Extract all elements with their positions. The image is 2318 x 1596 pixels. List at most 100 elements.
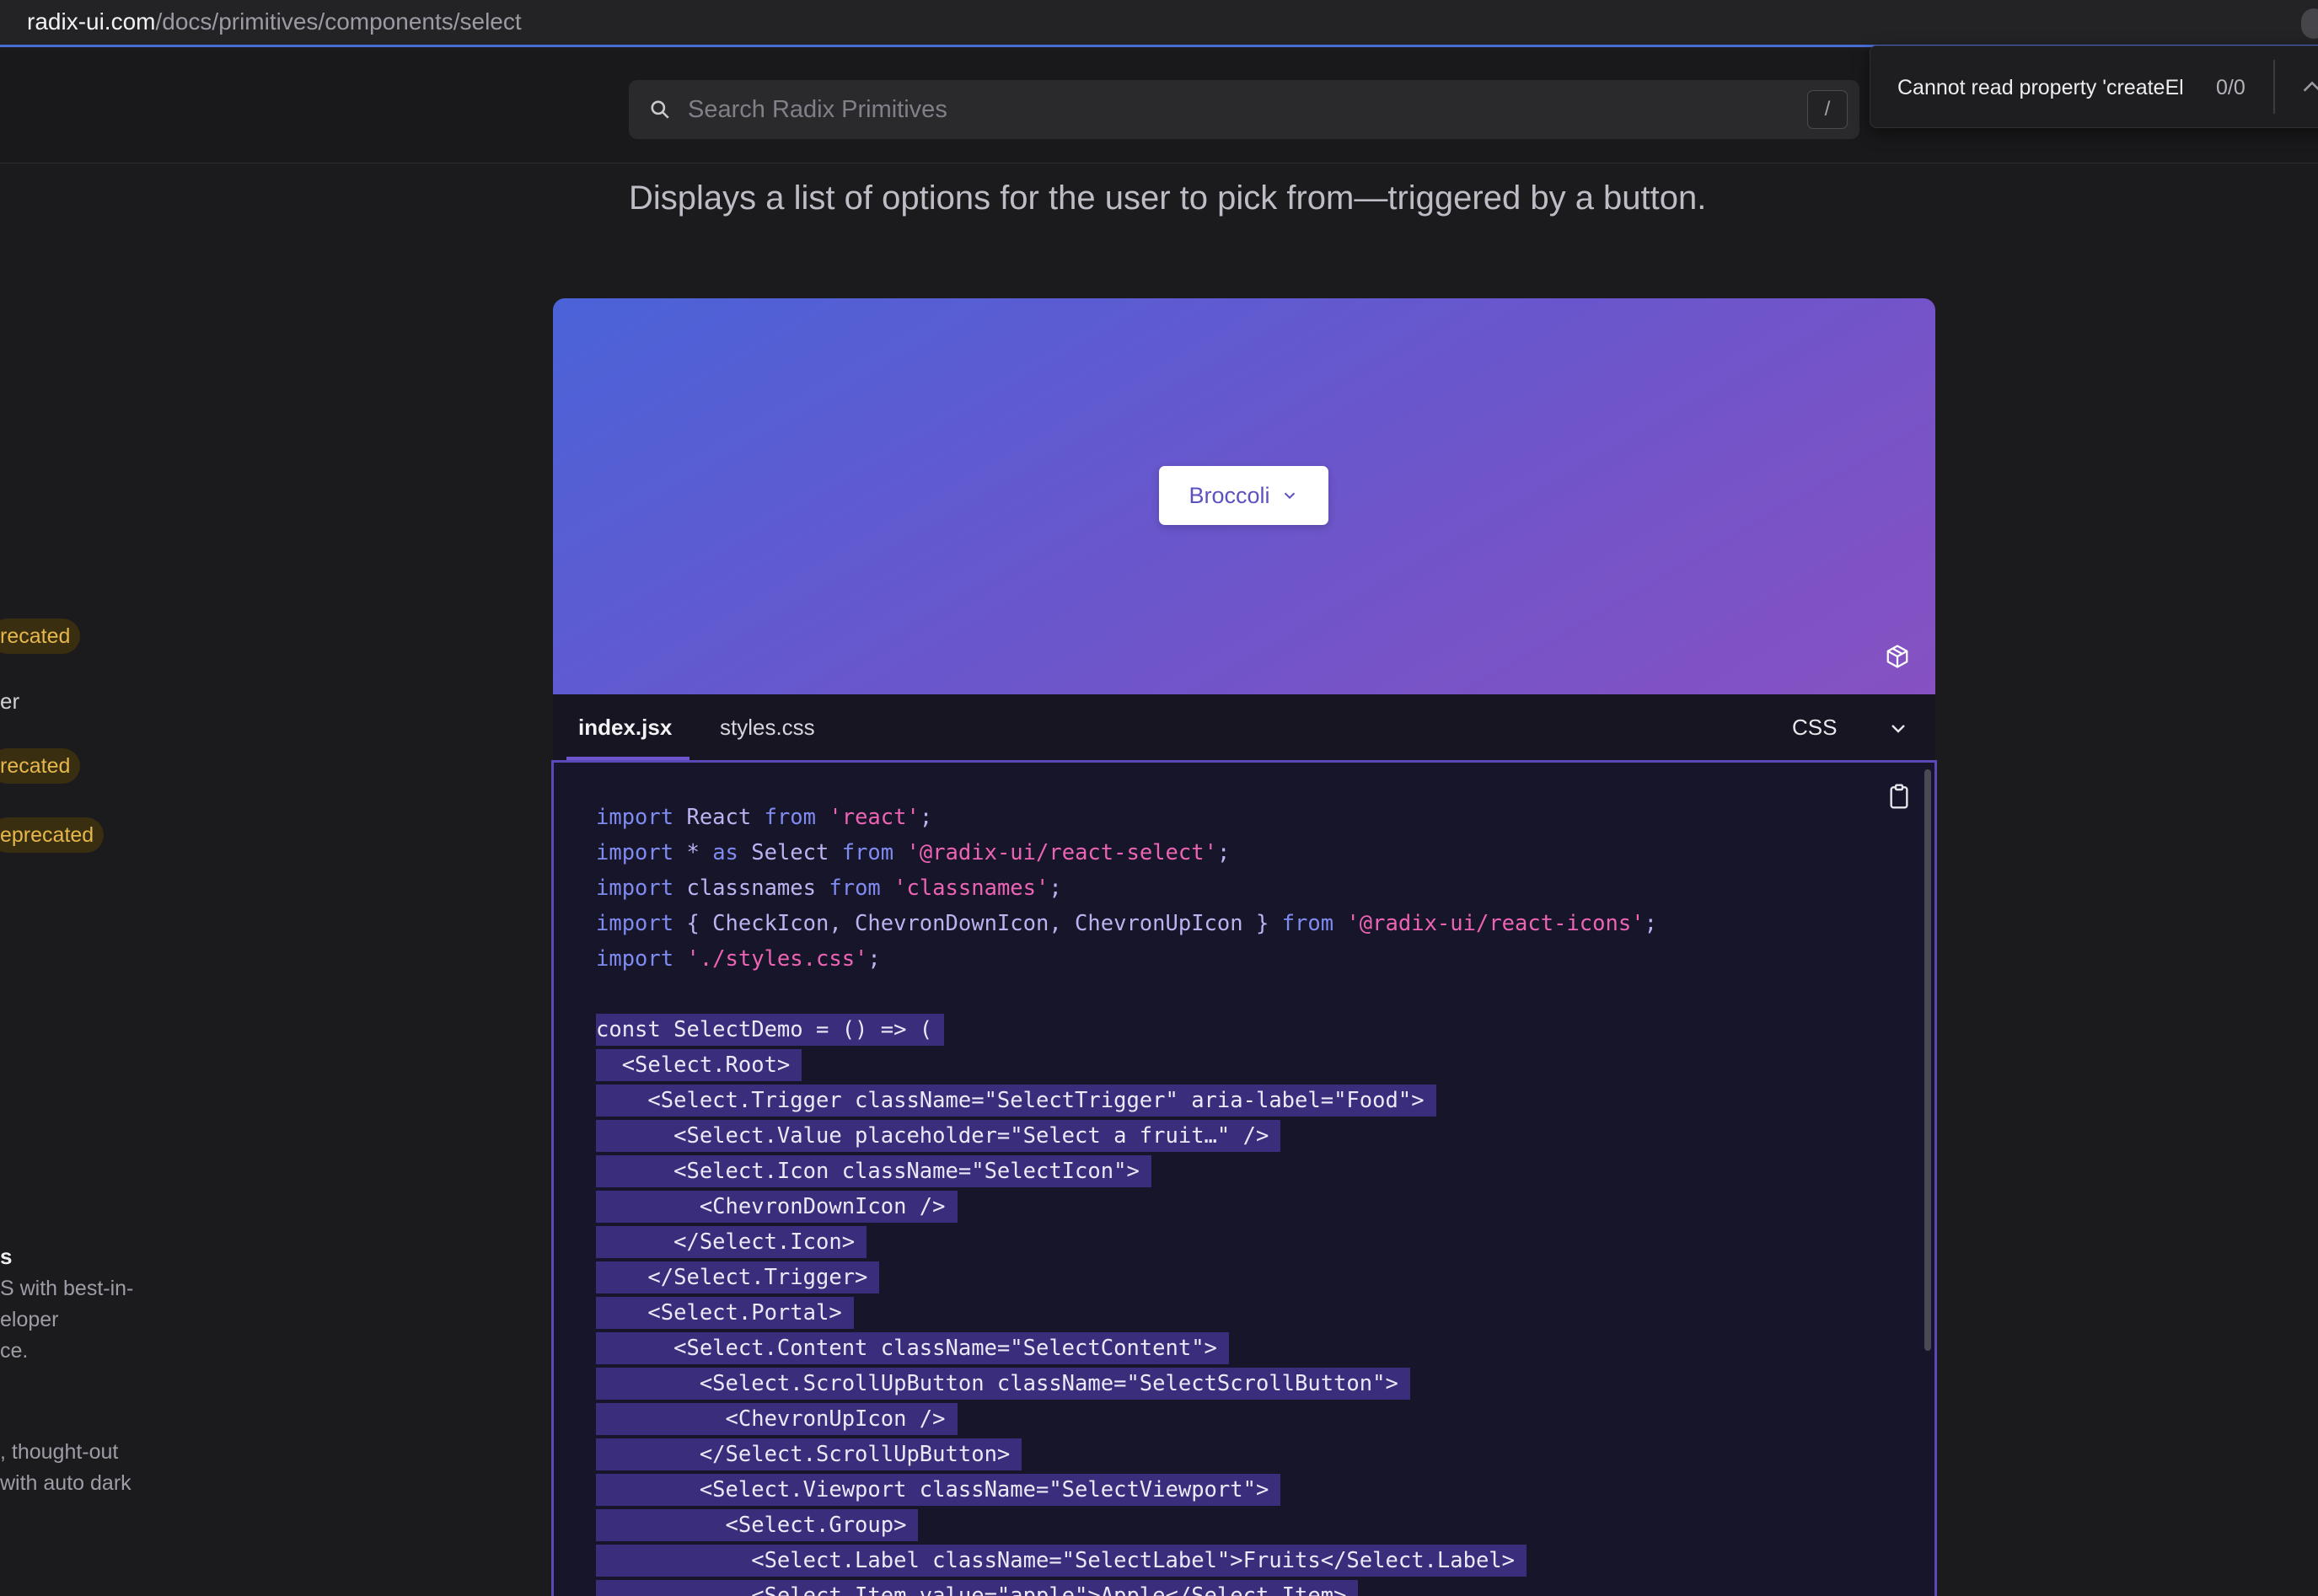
language-select[interactable]: CSS [1792, 694, 1837, 760]
selected-code-text: </Select.ScrollUpButton> [596, 1438, 1022, 1470]
code-token: import [596, 805, 687, 830]
selected-code-text: <ChevronDownIcon /> [596, 1191, 958, 1223]
tab-index-jsx[interactable]: index.jsx [578, 694, 672, 760]
clipboard-icon[interactable] [1886, 783, 1913, 810]
selected-code-text: <Select.Icon className="SelectIcon"> [596, 1155, 1151, 1187]
code-line: import React from 'react'; [596, 800, 1657, 835]
code-token: './styles.css' [686, 946, 868, 972]
codesandbox-icon[interactable] [1885, 644, 1910, 669]
code-token: import [596, 946, 687, 972]
code-token: Select [751, 840, 842, 865]
code-token: 'classnames' [893, 876, 1049, 901]
error-toast: Cannot read property 'createEl 0/0 [1870, 46, 2318, 128]
code-line-selected: <Select.Viewport className="SelectViewpo… [596, 1472, 1657, 1508]
code-line-selected: </Select.Trigger> [596, 1260, 1657, 1295]
page-description: Displays a list of options for the user … [629, 179, 1707, 217]
code-token: from [1281, 911, 1347, 936]
url-path: /docs/primitives/components/select [155, 8, 522, 35]
code-line-selected: <ChevronDownIcon /> [596, 1189, 1657, 1224]
selected-code-text: </Select.Icon> [596, 1226, 867, 1258]
toast-count: 0/0 [2216, 76, 2246, 99]
code-block[interactable]: import React from 'react'; import * as Se… [551, 760, 1937, 1596]
code-token: ; [919, 805, 933, 830]
code-line-selected: </Select.ScrollUpButton> [596, 1437, 1657, 1472]
code-token: '@radix-ui/react-icons' [1346, 911, 1645, 936]
code-line-selected: const SelectDemo = () => ( [596, 1012, 1657, 1047]
selected-code-text: <Select.Portal> [596, 1297, 854, 1329]
code-line-selected: <Select.Trigger className="SelectTrigger… [596, 1083, 1657, 1118]
selected-code-text: <Select.Group> [596, 1509, 919, 1541]
url-host: radix-ui.com [27, 8, 156, 35]
toast-message: Cannot read property 'createEl [1897, 76, 2184, 99]
code-token: { CheckIcon, ChevronDownIcon, ChevronUpI… [686, 911, 1282, 936]
selected-code-text: <Select.ScrollUpButton className="Select… [596, 1368, 1410, 1400]
code-token: ; [1644, 911, 1657, 936]
code-token: 'react' [829, 805, 920, 830]
selected-code-text: </Select.Trigger> [596, 1261, 880, 1293]
code-token: '@radix-ui/react-select' [906, 840, 1217, 865]
deprecated-badge: eprecated [0, 817, 105, 853]
code-line: import classnames from 'classnames'; [596, 870, 1657, 906]
code-token: classnames [686, 876, 829, 901]
select-trigger-label: Broccoli [1189, 483, 1270, 508]
toast-divider [2273, 60, 2275, 114]
code-line-selected: <Select.Group> [596, 1508, 1657, 1543]
promo-card-title: s [0, 1244, 13, 1269]
code-token: from [841, 840, 907, 865]
profile-button[interactable] [2301, 8, 2318, 39]
code-line: import { CheckIcon, ChevronDownIcon, Che… [596, 906, 1657, 941]
code-token: import [596, 911, 687, 936]
code-token: import [596, 876, 687, 901]
code-token: * [686, 840, 713, 865]
code-line-selected: <Select.Value placeholder="Select a frui… [596, 1118, 1657, 1154]
code-line-selected: </Select.Icon> [596, 1224, 1657, 1260]
selected-code-text: <Select.Value placeholder="Select a frui… [596, 1120, 1281, 1152]
code-line-selected: <Select.ScrollUpButton className="Select… [596, 1366, 1657, 1401]
deprecated-badge: recated [0, 748, 81, 784]
code-line-selected: <Select.Root> [596, 1047, 1657, 1083]
selected-code-text: <Select.Root> [596, 1049, 802, 1081]
demo-preview: Broccoli [553, 298, 1935, 694]
selected-code-text: <Select.Trigger className="SelectTrigger… [596, 1085, 1436, 1117]
code-token: from [829, 876, 894, 901]
chevron-up-icon[interactable] [2300, 75, 2318, 99]
code-line-selected: <Select.Content className="SelectContent… [596, 1331, 1657, 1366]
code-tabs-bar: index.jsx styles.css CSS [553, 694, 1935, 762]
selected-code-text: const SelectDemo = () => ( [596, 1014, 945, 1046]
promo-card-text: ce. [0, 1339, 29, 1363]
chevron-down-icon [1284, 492, 1295, 500]
selected-code-text: <Select.Viewport className="SelectViewpo… [596, 1474, 1281, 1506]
url-text[interactable]: radix-ui.com/docs/primitives/components/… [27, 7, 522, 37]
code-line-selected: <Select.Item value="apple">Apple</Select… [596, 1578, 1657, 1596]
selected-code-text: <Select.Item value="apple">Apple</Select… [596, 1580, 1359, 1596]
deprecated-badge: recated [0, 619, 81, 654]
code-line: import * as Select from '@radix-ui/react… [596, 835, 1657, 870]
promo-card-text: S with best-in- [0, 1277, 134, 1300]
browser-url-bar[interactable]: radix-ui.com/docs/primitives/components/… [0, 0, 2318, 47]
selected-code-text: <Select.Label className="SelectLabel">Fr… [596, 1545, 1527, 1577]
search-placeholder: Search Radix Primitives [688, 96, 947, 123]
selected-code-text: <ChevronUpIcon /> [596, 1403, 958, 1435]
selected-code-text: <Select.Content className="SelectContent… [596, 1332, 1229, 1364]
tab-styles-css[interactable]: styles.css [720, 694, 815, 760]
code-lines: import React from 'react'; import * as Se… [596, 800, 1657, 1596]
code-token: import [596, 840, 687, 865]
code-line: import './styles.css'; [596, 941, 1657, 977]
chevron-down-icon[interactable] [1888, 718, 1908, 738]
scrollbar-thumb[interactable] [1924, 769, 1931, 1351]
promo-card-text: , thought-out [0, 1440, 119, 1464]
sidebar-item-label[interactable]: er [0, 687, 19, 715]
code-token: from [764, 805, 829, 830]
search-input[interactable]: Search Radix Primitives / [629, 80, 1859, 139]
code-token: ; [1216, 840, 1231, 865]
code-token: ; [867, 946, 881, 972]
code-token: React [686, 805, 765, 830]
search-icon [651, 100, 669, 119]
code-line-selected: <ChevronUpIcon /> [596, 1401, 1657, 1437]
select-trigger-button[interactable]: Broccoli [1159, 466, 1328, 525]
code-line-selected: <Select.Icon className="SelectIcon"> [596, 1154, 1657, 1189]
code-line-selected: <Select.Label className="SelectLabel">Fr… [596, 1543, 1657, 1578]
code-token: as [712, 840, 752, 865]
promo-card-text: eloper [0, 1308, 59, 1331]
